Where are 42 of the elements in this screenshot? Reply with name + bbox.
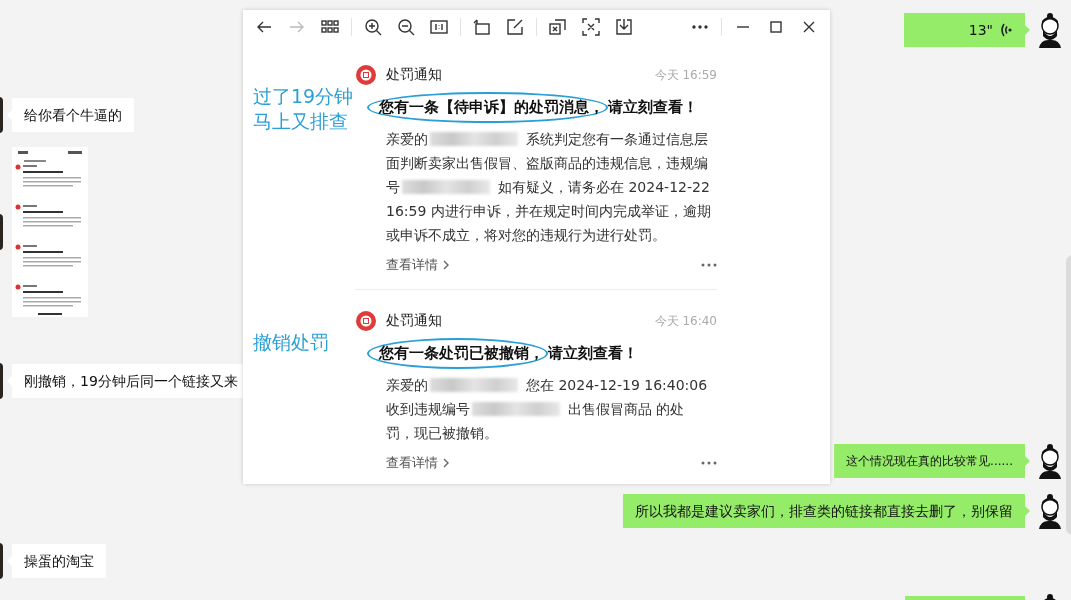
notification-title: 处罚通知: [386, 66, 442, 84]
avatar-icon[interactable]: [1037, 443, 1063, 479]
body-text: 如有疑义，请务必在 2024-12-22: [498, 178, 710, 197]
message-bubble: 给你看个牛逼的: [7, 98, 134, 132]
voice-message[interactable]: 13": [904, 13, 1030, 47]
notice-icon: [355, 64, 377, 86]
headline: 请立刻查看！: [608, 98, 698, 116]
voice-duration: 13": [968, 21, 993, 39]
chevron-icon: [442, 457, 450, 469]
body-text: 出售假冒商品 的处: [568, 400, 685, 419]
more-icon[interactable]: [701, 461, 717, 465]
screenshot-thumbnail[interactable]: [12, 147, 88, 317]
message-bubble: 这个情况现在真的比较常见......: [834, 444, 1030, 478]
chevron-icon: [442, 259, 450, 271]
body-text: 号: [386, 178, 400, 197]
annotation-text: 马上又排查: [253, 109, 348, 134]
details-link[interactable]: 查看详情: [386, 257, 450, 273]
voice-icon: [1001, 22, 1013, 38]
message-bubble: 所以我都是建议卖家们，排查类的链接都直接去删了，别保留: [623, 494, 1030, 528]
notification-time: 今天 16:59: [654, 66, 717, 84]
notification-time: 今天 16:40: [654, 312, 717, 330]
message-bubble: 操蛋的淘宝: [7, 544, 106, 578]
more-icon[interactable]: [701, 263, 717, 267]
annotation-text: 过了19分钟: [253, 84, 354, 109]
avatar-icon[interactable]: [1037, 493, 1063, 529]
circled-headline: 您有一条【待申诉】的处罚消息，: [367, 92, 608, 123]
body-text: 系统判定您有一条通过信息层: [526, 130, 708, 149]
body-text: 您在 2024-12-19 16:40:06: [526, 376, 708, 395]
avatar-icon[interactable]: [1037, 12, 1063, 48]
details-link[interactable]: 查看详情: [386, 455, 450, 471]
notification-title: 处罚通知: [386, 312, 442, 330]
body-text: 16:59 内进行申诉，并在规定时间内完成举证，逾期: [386, 202, 711, 221]
body-text: 面判断卖家出售假冒、盗版商品的违规信息，违规编: [386, 154, 708, 173]
body-text: 收到违规编号: [386, 400, 470, 419]
annotation-text: 撤销处罚: [253, 330, 329, 355]
body-text: 亲爱的: [386, 130, 428, 149]
body-text: 或申诉不成立，将对您的违规行为进行处罚。: [386, 226, 666, 245]
circled-headline: 您有一条处罚已被撤销，: [367, 338, 548, 369]
body-text: 罚，现已被撤销。: [386, 424, 498, 443]
notice-icon: [355, 310, 377, 332]
body-text: 亲爱的: [386, 376, 428, 395]
headline: 请立刻查看！: [548, 344, 638, 362]
